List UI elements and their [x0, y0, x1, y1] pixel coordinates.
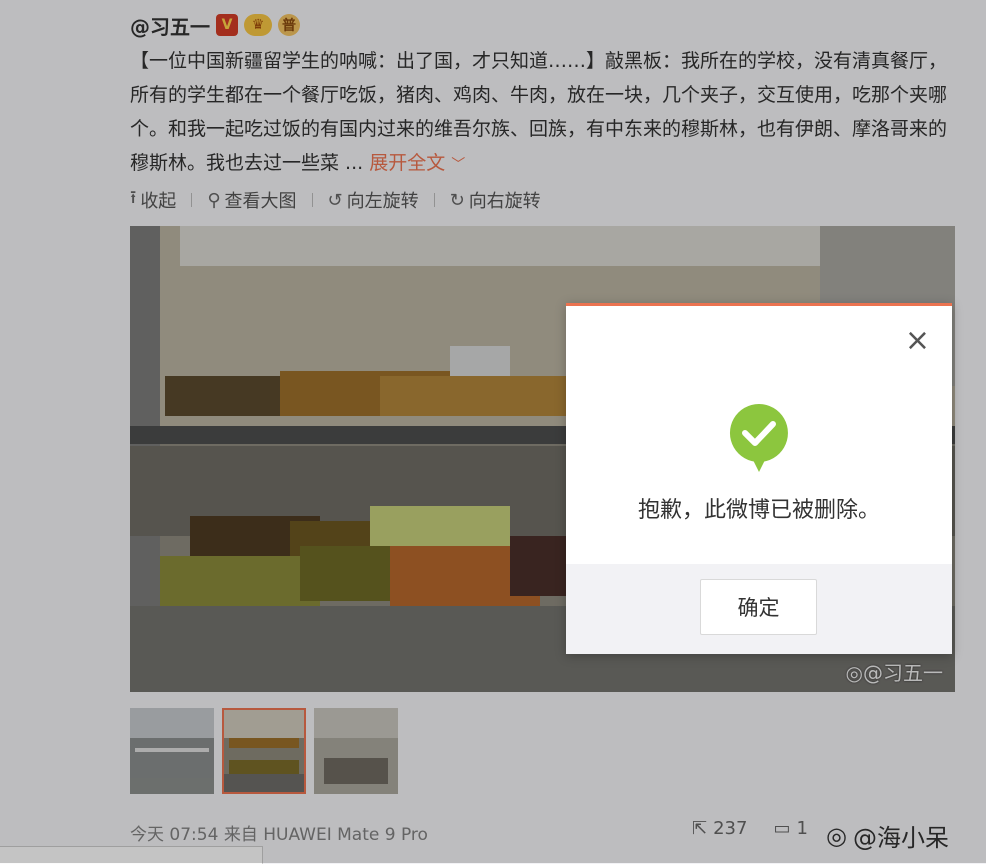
success-check-icon	[729, 404, 788, 472]
deleted-post-dialog: × 抱歉，此微博已被删除。 确定	[566, 303, 952, 654]
dialog-footer: 确定	[566, 564, 952, 654]
close-icon[interactable]: ×	[905, 326, 930, 356]
confirm-button[interactable]: 确定	[700, 579, 817, 635]
dialog-message: 抱歉，此微博已被删除。	[637, 498, 880, 523]
